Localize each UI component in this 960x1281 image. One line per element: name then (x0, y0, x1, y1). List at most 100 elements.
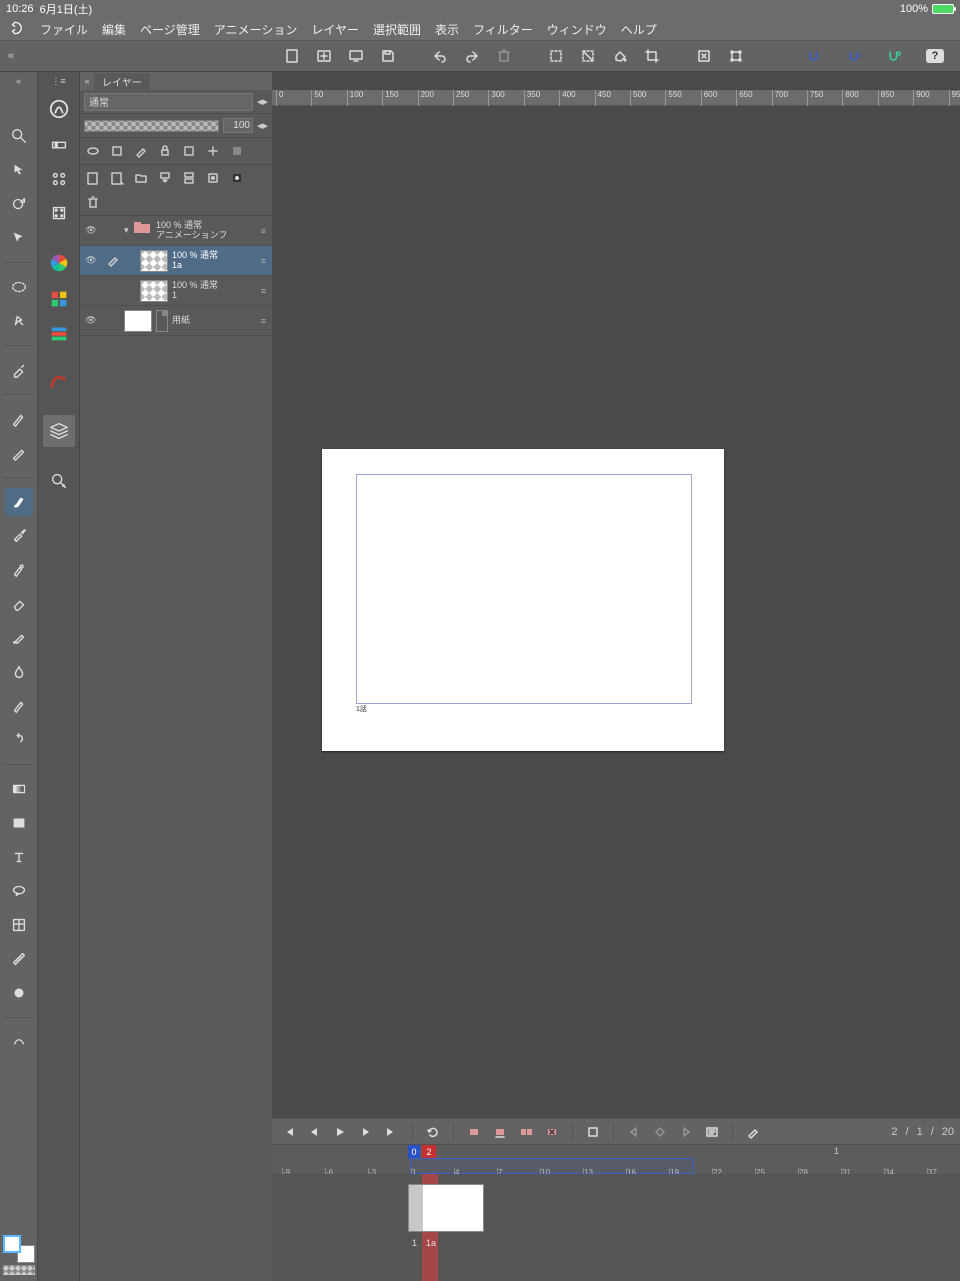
loop-button[interactable] (423, 1122, 443, 1142)
new-cel-button[interactable] (464, 1122, 484, 1142)
operation-tool[interactable] (5, 224, 33, 252)
new-raster-layer-icon[interactable] (84, 169, 102, 187)
menu-edit[interactable]: 編集 (102, 21, 126, 38)
playhead-marker[interactable]: 2 (422, 1145, 436, 1159)
opacity-value[interactable]: 100 (223, 118, 253, 133)
transform-button[interactable] (724, 44, 748, 68)
timeline-track[interactable]: 1 1a (272, 1174, 960, 1281)
cel-thumb[interactable] (408, 1184, 484, 1232)
menu-selection[interactable]: 選択範囲 (373, 21, 421, 38)
opacity-slider[interactable] (84, 120, 219, 132)
screen-button[interactable] (344, 44, 368, 68)
keyframe-prev-button[interactable] (624, 1122, 644, 1142)
layer-menu-icon[interactable]: ≡ (255, 316, 272, 326)
dot-pen-tool[interactable] (5, 692, 33, 720)
lock-alpha-icon[interactable] (180, 142, 198, 160)
layer-palette-icon[interactable] (43, 415, 75, 447)
new-vector-layer-icon[interactable] (108, 169, 126, 187)
layer-color-icon[interactable] (228, 142, 246, 160)
app-logo-icon[interactable] (10, 20, 26, 39)
material-icon[interactable] (43, 467, 75, 495)
eyedropper-tool[interactable] (5, 356, 33, 384)
prev-frame-button[interactable] (304, 1122, 324, 1142)
snap-button[interactable] (800, 44, 830, 68)
rotate-tool[interactable] (5, 190, 33, 218)
layer-menu-icon[interactable]: ≡ (255, 286, 272, 296)
color-set-icon[interactable] (43, 285, 75, 313)
cel-spec-button[interactable] (490, 1122, 510, 1142)
layer-folder-row[interactable]: 👁 ▾ 100 % 通常 アニメーションフ ≡ (80, 216, 272, 246)
redo-button[interactable] (460, 44, 484, 68)
figure-tool[interactable] (5, 809, 33, 837)
menu-window[interactable]: ウィンドウ (547, 21, 607, 38)
collapse-left-icon[interactable]: « (0, 50, 22, 62)
pen-tool[interactable] (5, 405, 33, 433)
marquee-tool[interactable] (5, 273, 33, 301)
new-folder-icon[interactable] (132, 169, 150, 187)
edit-pen-icon[interactable] (102, 253, 124, 269)
new-canvas-button[interactable] (312, 44, 336, 68)
layer-menu-icon[interactable]: ≡ (255, 226, 272, 236)
counter-1[interactable]: 2 (891, 1126, 897, 1138)
reference-layer-icon[interactable] (108, 142, 126, 160)
counter-2[interactable]: 1 (917, 1126, 923, 1138)
save-button[interactable] (376, 44, 400, 68)
undo-button[interactable] (428, 44, 452, 68)
cel-batch-button[interactable] (516, 1122, 536, 1142)
start-marker[interactable]: 0 (408, 1145, 420, 1159)
keyframe-add-button[interactable] (650, 1122, 670, 1142)
play-button[interactable] (330, 1122, 350, 1142)
balloon-tool[interactable] (5, 877, 33, 905)
canvas-paper[interactable]: 1話 (322, 449, 724, 751)
speech-tool[interactable] (5, 979, 33, 1007)
delete-cel-button[interactable] (542, 1122, 562, 1142)
blend-tool[interactable] (5, 624, 33, 652)
menu-filter[interactable]: フィルター (473, 21, 533, 38)
tool-property-icon[interactable] (43, 367, 75, 395)
move-tool[interactable] (5, 156, 33, 184)
transparent-swatch[interactable] (3, 1265, 35, 1275)
auto-select-tool[interactable] (5, 307, 33, 335)
zoom-tool[interactable] (5, 122, 33, 150)
new-file-button[interactable] (280, 44, 304, 68)
fill-button[interactable] (608, 44, 632, 68)
select-all-button[interactable] (544, 44, 568, 68)
fill-tool[interactable] (5, 726, 33, 754)
go-end-button[interactable] (382, 1122, 402, 1142)
help-button[interactable]: ? (920, 44, 950, 68)
brush-tool[interactable] (5, 488, 33, 516)
snap-special-button[interactable] (880, 44, 910, 68)
menu-help[interactable]: ヘルプ (621, 21, 657, 38)
frame-tool[interactable] (5, 911, 33, 939)
correct-line-tool[interactable] (5, 1028, 33, 1056)
timeline-edit-button[interactable] (702, 1122, 722, 1142)
create-mask-icon[interactable] (204, 169, 222, 187)
snap-ruler-button[interactable] (840, 44, 870, 68)
crop-button[interactable] (640, 44, 664, 68)
color-wheel-icon[interactable] (43, 247, 75, 279)
transfer-down-icon[interactable] (156, 169, 174, 187)
counter-3[interactable]: 20 (942, 1126, 954, 1138)
gradient-tool[interactable] (5, 775, 33, 803)
set-ref-icon[interactable] (204, 142, 222, 160)
liquify-tool[interactable] (5, 658, 33, 686)
draft-layer-icon[interactable] (132, 142, 150, 160)
apply-mask-icon[interactable] (228, 169, 246, 187)
color-history-icon[interactable] (43, 319, 75, 347)
subtool-1[interactable] (43, 131, 75, 159)
timeline-settings-button[interactable] (743, 1122, 763, 1142)
visibility-icon[interactable]: 👁 (80, 315, 102, 326)
decoration-tool[interactable] (5, 556, 33, 584)
text-tool[interactable] (5, 843, 33, 871)
color-swatches[interactable] (3, 1235, 35, 1275)
lock-icon[interactable] (156, 142, 174, 160)
menu-page[interactable]: ページ管理 (140, 21, 200, 38)
menu-file[interactable]: ファイル (40, 21, 88, 38)
panel-collapse-icon[interactable]: « (80, 76, 94, 86)
subtool-2[interactable] (43, 165, 75, 193)
layer-menu-icon[interactable]: ≡ (255, 256, 272, 266)
layer-row-1a[interactable]: 👁 100 % 通常 1a ≡ (80, 246, 272, 276)
scale-button[interactable] (692, 44, 716, 68)
go-start-button[interactable] (278, 1122, 298, 1142)
layer-tab[interactable]: レイヤー (94, 73, 150, 90)
